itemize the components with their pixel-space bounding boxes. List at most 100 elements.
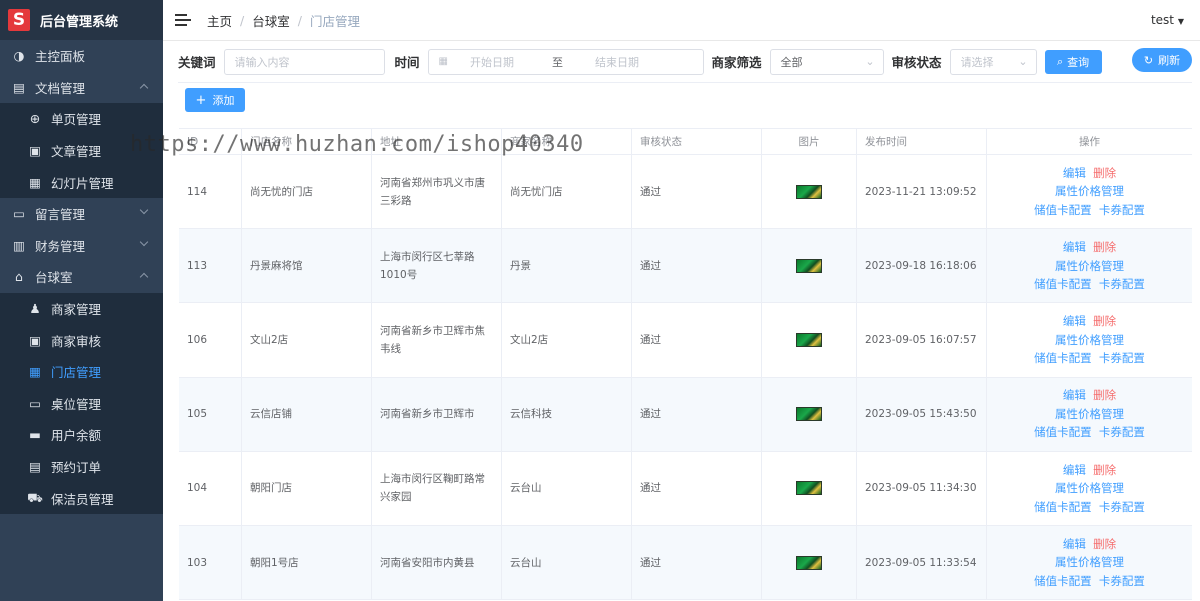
breadcrumb-home[interactable]: 主页 <box>207 11 232 30</box>
price-manage-link[interactable]: 属性价格管理 <box>1055 479 1124 498</box>
sidebar-item[interactable]: ▥ 财务管理 <box>0 230 163 262</box>
sidebar-item[interactable]: ⛟ 保洁员管理 <box>0 482 163 514</box>
price-manage-link[interactable]: 属性价格管理 <box>1055 182 1124 201</box>
sidebar-item[interactable]: ♟ 商家管理 <box>0 293 163 325</box>
user-menu[interactable]: test ▼ <box>1151 13 1184 27</box>
document-icon: ▤ <box>13 79 25 95</box>
sidebar-item[interactable]: ◑ 主控面板 <box>0 40 163 72</box>
sidebar-item[interactable]: ▭ 留言管理 <box>0 198 163 230</box>
price-manage-link[interactable]: 属性价格管理 <box>1055 553 1124 572</box>
app-logo[interactable]: S 后台管理系统 <box>0 0 163 40</box>
sidebar-item[interactable]: ▭ 桌位管理 <box>0 388 163 420</box>
sidebar-item[interactable]: ▤ 预约订单 <box>0 451 163 483</box>
start-date-input[interactable]: 开始日期 <box>470 54 540 70</box>
price-manage-link[interactable]: 属性价格管理 <box>1055 257 1124 276</box>
submenu: ⊕ 单页管理 ▣ 文章管理 ▦ 幻灯片管理 <box>0 103 163 198</box>
stored-card-link[interactable]: 储值卡配置 <box>1034 425 1092 439</box>
sidebar-item-label: 主控面板 <box>35 49 86 65</box>
app-title: 后台管理系统 <box>40 14 119 30</box>
cell-status: 通过 <box>632 229 762 303</box>
coupon-link[interactable]: 卡券配置 <box>1099 277 1145 291</box>
delete-link[interactable]: 删除 <box>1093 166 1116 180</box>
sidebar-item-label: 单页管理 <box>51 112 102 128</box>
edit-link[interactable]: 编辑 <box>1063 537 1086 551</box>
stored-card-link[interactable]: 储值卡配置 <box>1034 277 1092 291</box>
audit-icon: ▣ <box>29 332 41 348</box>
sidebar-item[interactable]: ▦ 门店管理 <box>0 356 163 388</box>
finance-icon: ▥ <box>13 237 25 253</box>
hamburger-icon[interactable] <box>175 14 191 26</box>
navbar: 主页 / 台球室 / 门店管理 test ▼ <box>163 0 1200 41</box>
sidebar-item[interactable]: ⌂ 台球室 <box>0 261 163 293</box>
cell-time: 2023-09-05 16:07:57 <box>857 303 987 377</box>
main-area: 主页 / 台球室 / 门店管理 test ▼ 关键词 请输入内容 时间 ▦ 开始… <box>163 0 1200 601</box>
store-thumbnail[interactable] <box>796 407 822 422</box>
chevron-down-icon <box>139 205 149 215</box>
cell-id: 106 <box>179 303 242 377</box>
delete-link[interactable]: 删除 <box>1093 537 1116 551</box>
coupon-link[interactable]: 卡券配置 <box>1099 203 1145 217</box>
search-button[interactable]: ⌕ 查询 <box>1044 49 1102 74</box>
edit-link[interactable]: 编辑 <box>1063 463 1086 477</box>
delete-link[interactable]: 删除 <box>1093 240 1116 254</box>
username: test <box>1150 13 1175 27</box>
price-manage-link[interactable]: 属性价格管理 <box>1055 331 1124 350</box>
add-button[interactable]: + 添加 <box>185 88 245 112</box>
coupon-link[interactable]: 卡券配置 <box>1099 500 1145 514</box>
stored-card-link[interactable]: 储值卡配置 <box>1034 500 1092 514</box>
breadcrumb: 主页 / 台球室 / 门店管理 <box>207 11 360 30</box>
delete-link[interactable]: 删除 <box>1093 388 1116 402</box>
caret-down-icon: ▼ <box>1177 17 1184 26</box>
coupon-link[interactable]: 卡券配置 <box>1099 351 1145 365</box>
sidebar-item-label: 财务管理 <box>35 238 86 254</box>
status-select[interactable]: 请选择 ⌄ <box>949 48 1037 75</box>
sidebar-item[interactable]: ▣ 商家审核 <box>0 324 163 356</box>
sidebar-item-label: 门店管理 <box>51 365 102 381</box>
delete-link[interactable]: 删除 <box>1093 463 1116 477</box>
date-range-picker[interactable]: ▦ 开始日期 至 结束日期 <box>427 48 704 75</box>
cell-time: 2023-11-21 13:09:52 <box>857 155 987 229</box>
store-thumbnail[interactable] <box>796 332 822 347</box>
table-body: 114 尚无忧的门店 河南省郑州市巩义市唐三彩路 尚无忧门店 通过 2023-11-21 … <box>179 155 1192 601</box>
store-thumbnail[interactable] <box>796 184 822 199</box>
article-icon: ▣ <box>29 143 41 159</box>
edit-link[interactable]: 编辑 <box>1063 388 1086 402</box>
sidebar-item-label: 保洁员管理 <box>51 491 114 507</box>
cell-merchant: 尚无忧门店 <box>502 155 632 229</box>
cell-id: 103 <box>179 525 242 600</box>
store-thumbnail[interactable] <box>796 258 822 273</box>
stored-card-link[interactable]: 储值卡配置 <box>1034 574 1092 588</box>
sidebar-item[interactable]: ⊕ 单页管理 <box>0 103 163 135</box>
store-thumbnail[interactable] <box>796 555 822 570</box>
cell-status: 通过 <box>632 377 762 451</box>
store-thumbnail[interactable] <box>796 481 822 496</box>
coupon-link[interactable]: 卡券配置 <box>1099 425 1145 439</box>
table-row: 104 朝阳门店 上海市闵行区鞠町路常兴家园 云台山 通过 2023-09-05 11:3… <box>179 451 1192 526</box>
sidebar-item[interactable]: ▬ 用户余额 <box>0 419 163 451</box>
cell-name: 朝阳门店 <box>242 451 372 525</box>
end-date-input[interactable]: 结束日期 <box>595 54 639 70</box>
cell-actions: 编辑 删除属性价格管理 储值卡配置 卡券配置 <box>987 303 1192 376</box>
keyword-input[interactable]: 请输入内容 <box>223 48 385 75</box>
merchant-select[interactable]: 全部 ⌄ <box>769 48 884 75</box>
coupon-link[interactable]: 卡券配置 <box>1099 574 1145 588</box>
time-label: 时间 <box>394 55 420 70</box>
stored-card-link[interactable]: 储值卡配置 <box>1034 351 1092 365</box>
edit-link[interactable]: 编辑 <box>1063 314 1086 328</box>
sidebar-item-label: 商家管理 <box>51 302 102 318</box>
edit-link[interactable]: 编辑 <box>1063 166 1086 180</box>
cell-name: 朝阳1号店 <box>242 525 372 600</box>
price-manage-link[interactable]: 属性价格管理 <box>1055 405 1124 424</box>
stored-card-link[interactable]: 储值卡配置 <box>1034 203 1092 217</box>
folder-icon: ▬ <box>29 427 41 443</box>
cell-address: 河南省新乡市卫辉市 <box>372 377 502 451</box>
sidebar-item[interactable]: ▦ 幻灯片管理 <box>0 166 163 198</box>
cell-actions: 编辑 删除属性价格管理储值卡配置 卡券配置 <box>987 526 1192 599</box>
sidebar-item[interactable]: ▣ 文章管理 <box>0 135 163 167</box>
delete-link[interactable]: 删除 <box>1093 314 1116 328</box>
edit-link[interactable]: 编辑 <box>1063 240 1086 254</box>
refresh-button[interactable]: ↻ 刷新 <box>1132 48 1192 72</box>
breadcrumb-billiards[interactable]: 台球室 <box>252 11 290 30</box>
col-id: ID <box>179 128 242 155</box>
sidebar-item[interactable]: ▤ 文档管理 <box>0 72 163 104</box>
